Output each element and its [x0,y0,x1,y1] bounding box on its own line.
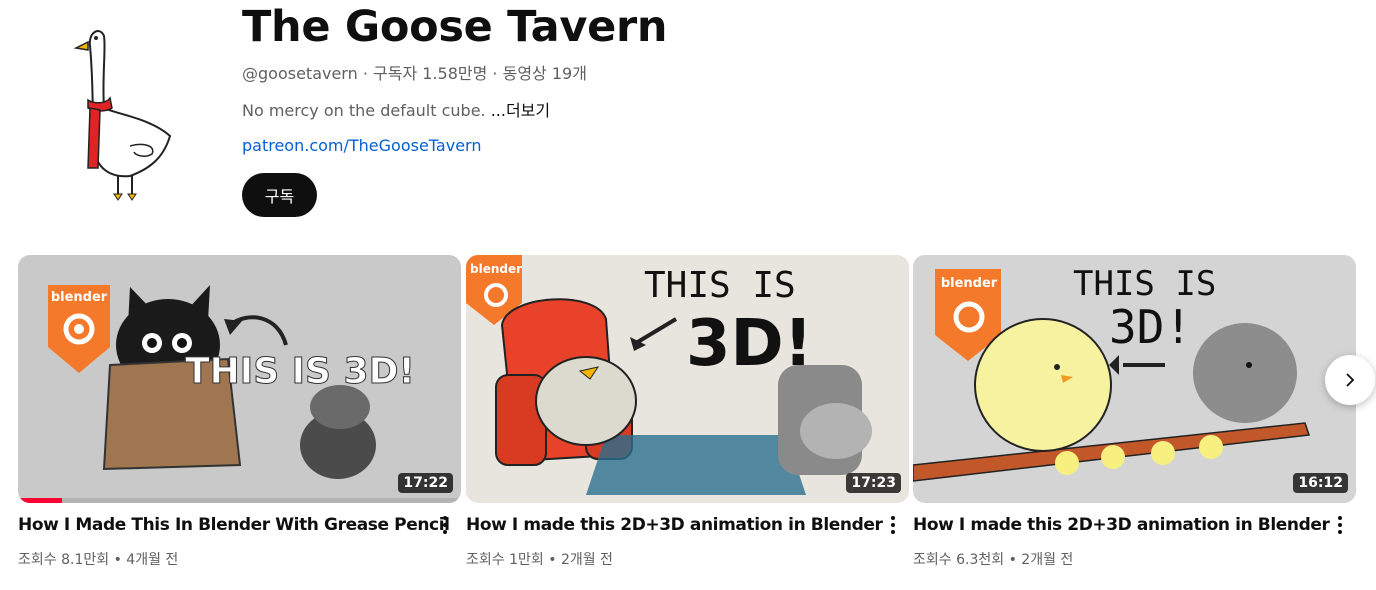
blender-label: blender [51,290,108,305]
video-card[interactable]: blender THIS IS 3D! 16:12 How I made thi… [913,255,1356,568]
video-thumbnail[interactable]: blender THIS IS 3D! 16:12 [913,255,1356,503]
subscriber-count: 구독자 1.58만명 [373,64,488,83]
channel-name: The Goose Tavern [242,2,668,52]
view-count: 조회수 1만회 [466,552,544,568]
channel-meta: @goosetavern · 구독자 1.58만명 · 동영상 19개 [242,60,587,84]
channel-external-link[interactable]: patreon.com/TheGooseTavern [242,136,481,155]
more-vert-icon[interactable] [883,513,903,537]
meta-separator: · [487,64,503,83]
video-card[interactable]: blender THIS IS 3D! 17:22 How I Made Thi… [18,255,461,568]
carousel-next-button[interactable] [1325,355,1375,405]
subscribe-button[interactable]: 구독 [242,173,317,217]
video-duration: 16:12 [1293,473,1348,493]
thumbnail-text: THIS IS [1073,264,1216,304]
thumbnail-image: blender THIS IS 3D! [913,255,1356,503]
thumbnail-image: blender THIS IS 3D! [466,255,909,503]
view-count: 조회수 6.3천회 [913,552,1005,568]
description-text: No mercy on the default cube. [242,101,491,120]
upload-age: 4개월 전 [126,552,179,568]
video-count: 동영상 19개 [502,64,587,83]
more-link[interactable]: ...더보기 [491,101,550,120]
thumbnail-text: 3D! [1109,300,1192,354]
channel-avatar[interactable] [60,18,200,208]
video-thumbnail[interactable]: blender THIS IS 3D! 17:23 [466,255,909,503]
meta-separator: • [109,552,127,568]
thumbnail-image: blender THIS IS 3D! [18,255,461,503]
more-vert-icon[interactable] [435,513,455,537]
blender-label: blender [941,276,998,291]
video-title[interactable]: How I made this 2D+3D animation in Blend… [913,515,1330,535]
meta-separator: · [357,64,374,83]
video-title[interactable]: How I Made This In Blender With Grease P… [18,515,450,535]
thumbnail-text: THIS IS 3D! [185,351,415,392]
more-vert-icon[interactable] [1330,513,1350,537]
view-count: 조회수 8.1만회 [18,552,110,568]
video-card[interactable]: blender THIS IS 3D! 17:23 How I made thi… [466,255,909,568]
video-duration: 17:23 [846,473,901,493]
blender-label: blender [470,262,522,276]
meta-separator: • [543,552,561,568]
upload-age: 2개월 전 [1021,552,1074,568]
video-thumbnail[interactable]: blender THIS IS 3D! 17:22 [18,255,461,503]
watch-progress-fill [18,498,63,503]
chevron-right-icon [1346,373,1355,387]
channel-description[interactable]: No mercy on the default cube. ...더보기 [242,97,550,121]
watch-progress-bar [18,498,461,503]
channel-handle: @goosetavern [242,64,358,83]
thumbnail-text: THIS IS [644,265,796,306]
meta-separator: • [1004,552,1022,568]
video-meta: 조회수 1만회 • 2개월 전 [466,549,613,569]
upload-age: 2개월 전 [560,552,613,568]
video-duration: 17:22 [398,473,453,493]
video-meta: 조회수 6.3천회 • 2개월 전 [913,549,1073,569]
video-meta: 조회수 8.1만회 • 4개월 전 [18,549,178,569]
video-title[interactable]: How I made this 2D+3D animation in Blend… [466,515,883,535]
